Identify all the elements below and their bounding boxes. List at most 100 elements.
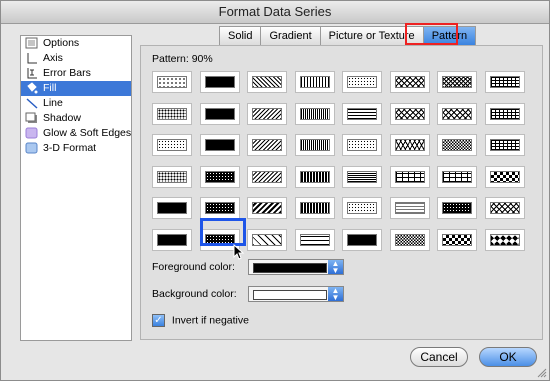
tab-gradient[interactable]: Gradient <box>260 26 320 46</box>
pattern-swatch-preview <box>204 107 235 120</box>
pattern-swatch-preview <box>157 170 187 183</box>
pattern-swatch-preview <box>299 139 330 151</box>
pattern-swatch-preview <box>347 170 377 183</box>
pattern-swatch[interactable] <box>152 165 192 188</box>
pattern-swatch[interactable] <box>152 197 192 219</box>
invert-if-negative-row[interactable]: ✓ Invert if negative <box>152 314 249 327</box>
pattern-swatch-preview <box>489 170 520 183</box>
pattern-swatch[interactable] <box>389 228 430 251</box>
tab-solid[interactable]: Solid <box>219 26 261 46</box>
pattern-swatch-preview <box>252 202 282 214</box>
pattern-swatch-preview <box>489 202 520 214</box>
pattern-swatch[interactable] <box>484 228 525 251</box>
format-data-series-dialog: Format Data Series Options Axis Error Bars… <box>0 0 550 381</box>
pattern-swatch[interactable] <box>484 197 525 219</box>
pattern-readout: Pattern: 90% <box>152 53 213 65</box>
sidebar-item-label: Line <box>43 97 63 109</box>
sidebar-item-label: Axis <box>43 52 63 64</box>
pattern-swatch[interactable] <box>389 197 430 219</box>
pattern-swatch[interactable] <box>247 165 287 188</box>
chevron-updown-icon[interactable]: ▲ ▼ <box>328 260 343 275</box>
background-color-picker[interactable]: ▲ ▼ <box>248 286 344 302</box>
pattern-swatch[interactable] <box>342 165 382 188</box>
pattern-swatch[interactable] <box>247 102 287 125</box>
3d-format-icon <box>25 142 38 154</box>
pattern-swatch[interactable] <box>437 134 477 156</box>
pattern-swatch[interactable] <box>484 102 525 125</box>
tab-highlight-annotation <box>405 23 458 45</box>
pattern-swatch[interactable] <box>484 134 525 156</box>
pattern-swatch-preview <box>489 139 520 151</box>
pattern-swatch-preview <box>394 170 425 183</box>
pattern-swatch[interactable] <box>152 134 192 156</box>
mouse-cursor-icon <box>233 244 245 260</box>
pattern-swatch[interactable] <box>437 102 477 125</box>
pattern-swatch[interactable] <box>199 165 240 188</box>
pattern-swatch-preview <box>394 139 425 151</box>
pattern-swatch[interactable] <box>389 102 430 125</box>
chevron-updown-icon[interactable]: ▲ ▼ <box>328 287 343 302</box>
pattern-swatch[interactable] <box>294 197 335 219</box>
pattern-swatch[interactable] <box>199 197 240 219</box>
pattern-swatch[interactable] <box>437 197 477 219</box>
pattern-swatch-preview <box>489 107 520 120</box>
pattern-swatch[interactable] <box>437 228 477 251</box>
pattern-swatch[interactable] <box>342 197 382 219</box>
pattern-swatch[interactable] <box>389 165 430 188</box>
pattern-swatch-preview <box>157 139 187 151</box>
pattern-swatch-preview <box>204 139 235 151</box>
pattern-swatch[interactable] <box>152 71 192 93</box>
pattern-swatch-preview <box>299 107 330 120</box>
pattern-swatch[interactable] <box>247 71 287 93</box>
invert-if-negative-checkbox[interactable]: ✓ <box>152 314 165 327</box>
pattern-swatch-preview <box>442 107 472 120</box>
pattern-swatch-preview <box>394 202 425 214</box>
pattern-swatch[interactable] <box>199 134 240 156</box>
pattern-swatch[interactable] <box>294 228 335 251</box>
sidebar-item-glow-soft-edges[interactable]: Glow & Soft Edges <box>21 126 131 141</box>
pattern-swatch-preview <box>442 139 472 151</box>
pattern-swatch[interactable] <box>389 71 430 93</box>
pattern-swatch[interactable] <box>247 197 287 219</box>
pattern-swatch[interactable] <box>152 228 192 251</box>
pattern-swatch[interactable] <box>152 102 192 125</box>
pattern-swatch[interactable] <box>389 134 430 156</box>
sidebar-item-options[interactable]: Options <box>21 36 131 51</box>
sidebar-item-fill[interactable]: Fill <box>21 81 131 96</box>
ok-button[interactable]: OK <box>479 347 537 367</box>
pattern-swatch[interactable] <box>437 165 477 188</box>
pattern-swatch-preview <box>442 202 472 214</box>
pattern-swatch[interactable] <box>294 102 335 125</box>
pattern-swatch-preview <box>299 76 330 88</box>
pattern-swatch[interactable] <box>437 71 477 93</box>
pattern-swatch-preview <box>442 76 472 88</box>
background-color-swatch <box>253 290 327 300</box>
sidebar-item-axis[interactable]: Axis <box>21 51 131 66</box>
pattern-swatch[interactable] <box>294 71 335 93</box>
pattern-swatch-preview <box>347 107 377 120</box>
pattern-swatch[interactable] <box>294 134 335 156</box>
selected-pattern-highlight <box>200 218 246 246</box>
pattern-swatch[interactable] <box>342 102 382 125</box>
foreground-color-label: Foreground color: <box>152 261 235 273</box>
sidebar-item-shadow[interactable]: Shadow <box>21 111 131 126</box>
sidebar-item-line[interactable]: Line <box>21 96 131 111</box>
pattern-swatch[interactable] <box>342 228 382 251</box>
pattern-swatch[interactable] <box>247 134 287 156</box>
pattern-swatch[interactable] <box>484 165 525 188</box>
pattern-swatch[interactable] <box>247 228 287 251</box>
pattern-swatch[interactable] <box>484 71 525 93</box>
pattern-swatch[interactable] <box>199 102 240 125</box>
cancel-button[interactable]: Cancel <box>410 347 468 367</box>
sidebar-item-3-d-format[interactable]: 3-D Format <box>21 141 131 156</box>
foreground-color-picker[interactable]: ▲ ▼ <box>248 259 344 275</box>
pattern-swatch[interactable] <box>199 71 240 93</box>
pattern-swatch[interactable] <box>342 71 382 93</box>
sidebar-item-label: Options <box>43 37 80 49</box>
pattern-swatch-preview <box>489 76 520 88</box>
resize-grip-icon[interactable] <box>537 368 547 378</box>
sidebar-item-error-bars[interactable]: Error Bars <box>21 66 131 81</box>
pattern-swatch[interactable] <box>342 134 382 156</box>
pattern-swatch[interactable] <box>294 165 335 188</box>
pattern-swatch-preview <box>299 170 330 183</box>
